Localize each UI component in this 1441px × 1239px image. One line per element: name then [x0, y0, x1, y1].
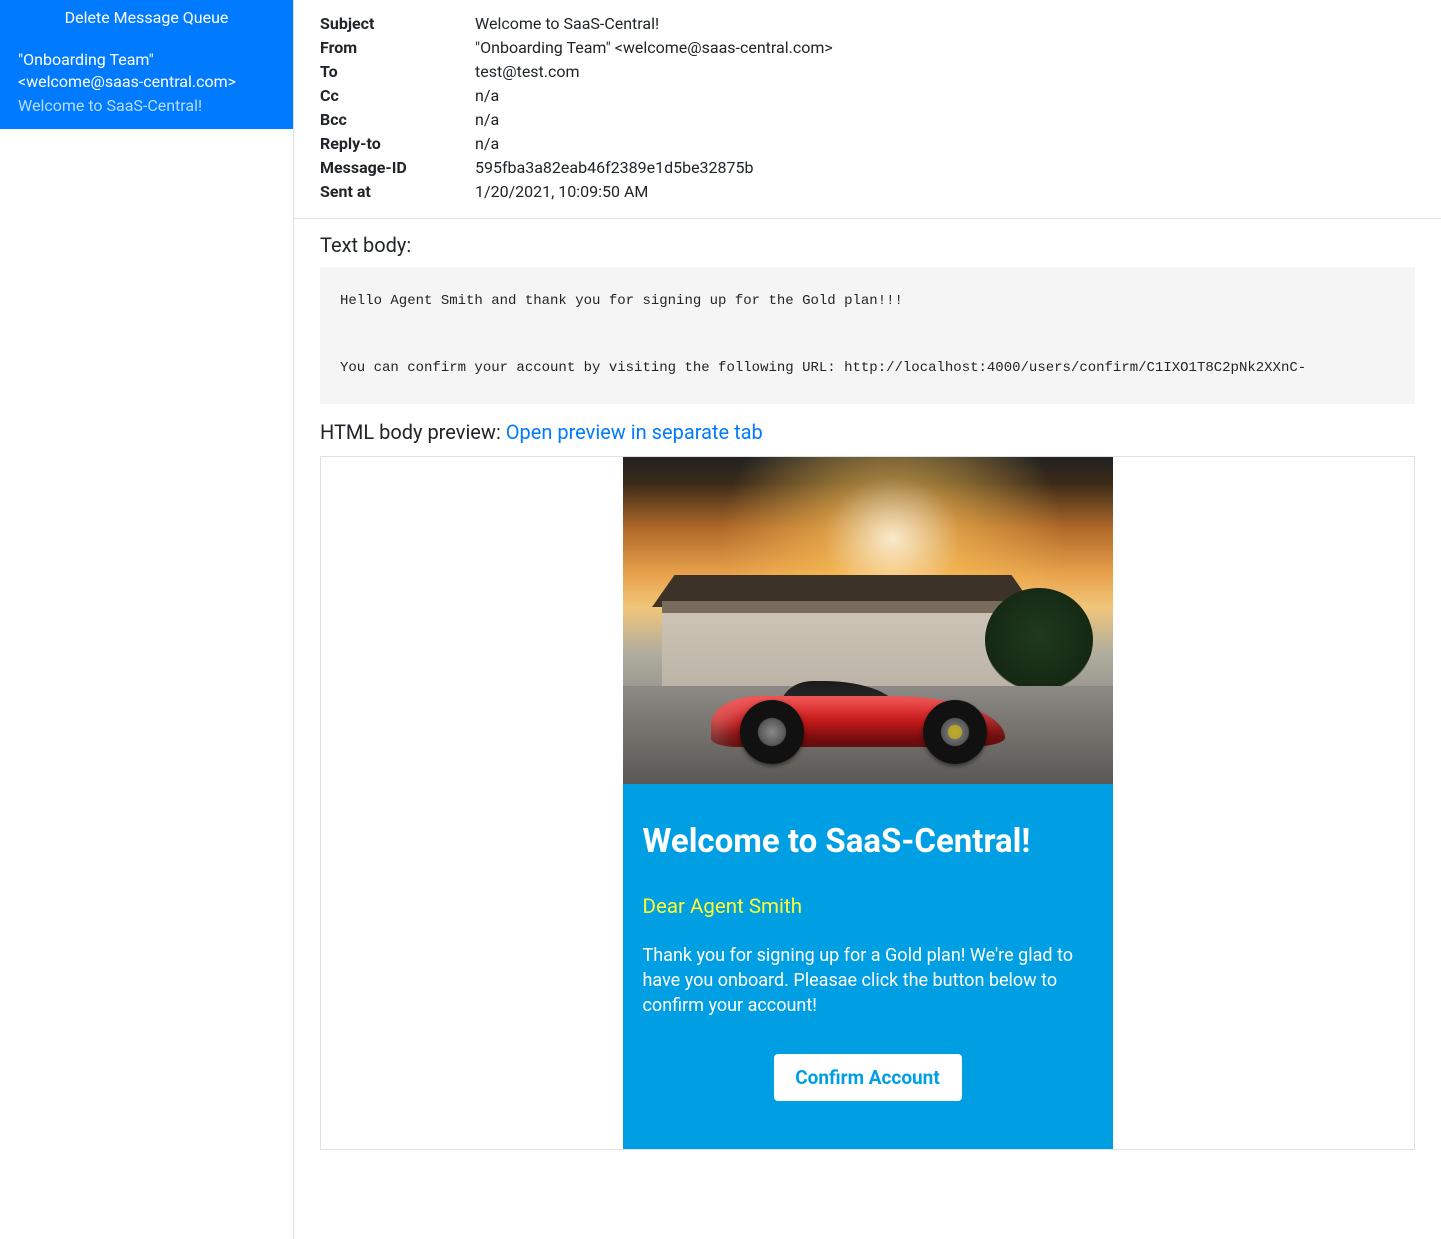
meta-to-row: To test@test.com — [320, 60, 1415, 84]
meta-to-label: To — [320, 60, 475, 84]
meta-messageid-label: Message-ID — [320, 156, 475, 180]
message-meta: Subject Welcome to SaaS-Central! From "O… — [294, 0, 1441, 219]
text-body-heading: Text body: — [294, 219, 1441, 267]
meta-cc-value: n/a — [475, 84, 1415, 108]
meta-sentat-value: 1/20/2021, 10:09:50 AM — [475, 180, 1415, 204]
main-panel: Subject Welcome to SaaS-Central! From "O… — [293, 0, 1441, 1239]
meta-subject-value: Welcome to SaaS-Central! — [475, 12, 1415, 36]
message-subject: Welcome to SaaS-Central! — [18, 96, 275, 115]
meta-replyto-value: n/a — [475, 132, 1415, 156]
meta-sentat-label: Sent at — [320, 180, 475, 204]
meta-bcc-row: Bcc n/a — [320, 108, 1415, 132]
meta-replyto-row: Reply-to n/a — [320, 132, 1415, 156]
meta-cc-label: Cc — [320, 84, 475, 108]
confirm-account-button[interactable]: Confirm Account — [774, 1054, 962, 1101]
meta-to-value: test@test.com — [475, 60, 1415, 84]
html-preview-frame: Welcome to SaaS-Central! Dear Agent Smit… — [320, 456, 1415, 1151]
open-preview-link[interactable]: Open preview in separate tab — [506, 420, 763, 444]
message-list-item[interactable]: "Onboarding Team" <welcome@saas-central.… — [0, 37, 293, 129]
email-paragraph: Thank you for signing up for a Gold plan… — [643, 943, 1093, 1019]
meta-cc-row: Cc n/a — [320, 84, 1415, 108]
meta-subject-row: Subject Welcome to SaaS-Central! — [320, 12, 1415, 36]
html-body-heading: HTML body preview: Open preview in separ… — [294, 412, 1441, 456]
email-body: Welcome to SaaS-Central! Dear Agent Smit… — [623, 784, 1113, 1150]
email-title: Welcome to SaaS-Central! — [643, 822, 1093, 861]
meta-sentat-row: Sent at 1/20/2021, 10:09:50 AM — [320, 180, 1415, 204]
delete-queue-button[interactable]: Delete Message Queue — [0, 0, 293, 37]
text-body-content: Hello Agent Smith and thank you for sign… — [320, 267, 1415, 404]
meta-messageid-value: 595fba3a82eab46f2389e1d5be32875b — [475, 156, 1415, 180]
meta-from-row: From "Onboarding Team" <welcome@saas-cen… — [320, 36, 1415, 60]
meta-messageid-row: Message-ID 595fba3a82eab46f2389e1d5be328… — [320, 156, 1415, 180]
meta-from-value: "Onboarding Team" <welcome@saas-central.… — [475, 36, 1415, 60]
email-container: Welcome to SaaS-Central! Dear Agent Smit… — [623, 457, 1113, 1150]
meta-replyto-label: Reply-to — [320, 132, 475, 156]
email-hero-image — [623, 457, 1113, 784]
meta-subject-label: Subject — [320, 12, 475, 36]
meta-from-label: From — [320, 36, 475, 60]
sidebar: Delete Message Queue "Onboarding Team" <… — [0, 0, 293, 1239]
email-greeting: Dear Agent Smith — [643, 895, 1093, 919]
message-from: "Onboarding Team" <welcome@saas-central.… — [18, 49, 275, 92]
meta-bcc-value: n/a — [475, 108, 1415, 132]
meta-bcc-label: Bcc — [320, 108, 475, 132]
html-body-heading-label: HTML body preview: — [320, 420, 506, 444]
